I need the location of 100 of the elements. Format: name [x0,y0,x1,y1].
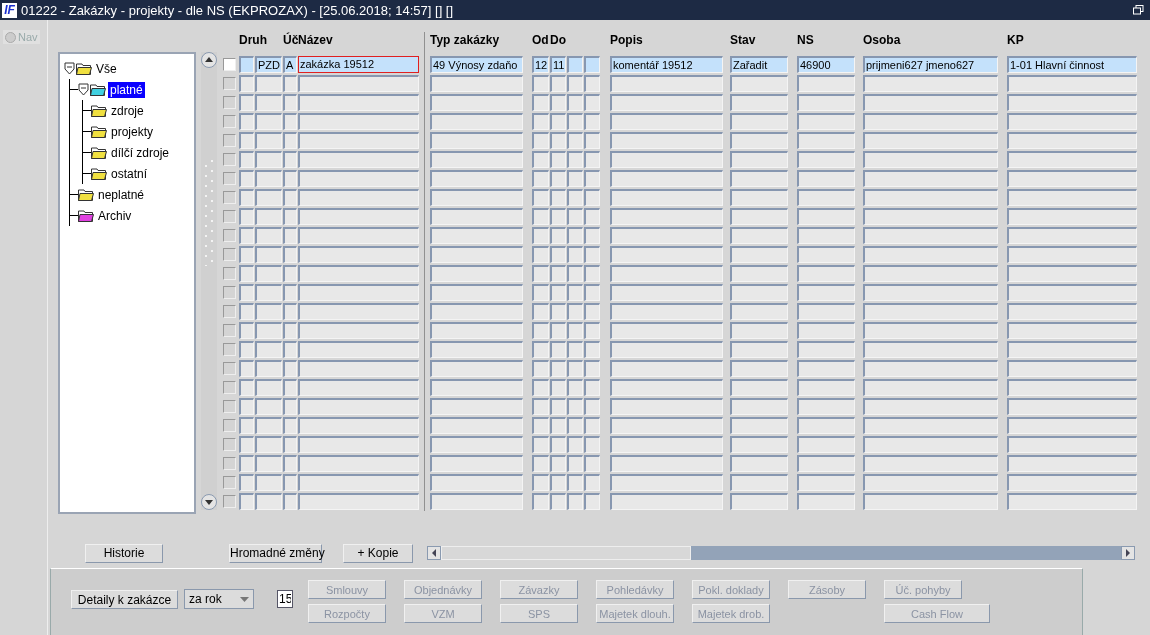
table-cell[interactable] [863,189,998,206]
table-cell[interactable] [584,265,600,282]
value-field[interactable]: 15 [277,590,293,608]
table-cell[interactable] [239,360,254,377]
table-cell[interactable] [239,474,254,491]
table-cell[interactable] [730,474,788,491]
table-cell[interactable] [797,322,855,339]
table-cell[interactable] [730,493,788,510]
scroll-thumb[interactable] [441,546,691,560]
table-cell[interactable] [584,227,600,244]
table-cell[interactable] [863,322,998,339]
table-cell[interactable] [255,360,282,377]
table-cell[interactable] [239,113,254,130]
table-cell[interactable] [255,322,282,339]
table-cell[interactable] [532,398,549,415]
table-cell[interactable] [430,474,523,491]
table-cell[interactable] [797,379,855,396]
table-cell[interactable]: 1-01 Hlavní činnost [1007,56,1137,73]
table-cell[interactable] [550,113,566,130]
table-cell[interactable] [283,436,297,453]
table-cell[interactable] [567,208,583,225]
table-cell[interactable] [430,265,523,282]
table-cell[interactable] [532,75,549,92]
table-cell[interactable] [584,170,600,187]
table-cell[interactable] [584,132,600,149]
table-cell[interactable] [239,208,254,225]
table-cell[interactable] [584,208,600,225]
table-cell[interactable] [532,284,549,301]
table-cell[interactable]: A [283,56,297,73]
table-cell[interactable] [430,398,523,415]
table-cell[interactable] [1007,417,1137,434]
table-cell[interactable] [283,227,297,244]
table-cell[interactable] [584,75,600,92]
table-cell[interactable] [863,360,998,377]
table-cell[interactable] [283,341,297,358]
table-cell[interactable] [610,303,723,320]
table-cell[interactable] [567,322,583,339]
table-cell[interactable] [567,56,583,73]
table-cell[interactable] [1007,303,1137,320]
table-cell[interactable] [550,474,566,491]
table-cell[interactable] [430,417,523,434]
tree-item[interactable]: ostatní [109,165,150,182]
table-cell[interactable] [584,189,600,206]
table-cell[interactable]: prijmeni627 jmeno627 [863,56,998,73]
table-cell[interactable] [283,208,297,225]
table-cell[interactable] [532,208,549,225]
tree-item[interactable]: dílčí zdroje [109,144,172,161]
table-cell[interactable] [730,113,788,130]
table-cell[interactable] [584,474,600,491]
table-cell[interactable] [730,360,788,377]
table-cell[interactable] [567,398,583,415]
table-cell[interactable] [532,303,549,320]
period-dropdown[interactable]: za rok [184,589,254,609]
table-cell[interactable] [863,246,998,263]
table-cell[interactable] [610,227,723,244]
table-cell[interactable] [255,113,282,130]
table-cell[interactable] [863,170,998,187]
table-cell[interactable] [567,94,583,111]
table-cell[interactable] [567,493,583,510]
table-cell[interactable] [550,360,566,377]
table-cell[interactable] [550,455,566,472]
table-cell[interactable] [532,379,549,396]
table-cell[interactable] [730,455,788,472]
table-cell[interactable] [283,75,297,92]
table-cell[interactable] [584,417,600,434]
table-cell[interactable] [1007,493,1137,510]
table-cell[interactable] [430,113,523,130]
scroll-down-icon[interactable] [201,494,217,510]
table-cell[interactable] [567,113,583,130]
details-button[interactable]: Detaily k zakázce [71,590,178,609]
table-cell[interactable] [567,455,583,472]
table-cell[interactable] [430,94,523,111]
table-cell[interactable] [255,474,282,491]
table-cell[interactable] [610,379,723,396]
table-cell[interactable] [239,246,254,263]
table-cell[interactable] [283,246,297,263]
table-cell[interactable] [283,284,297,301]
table-cell[interactable] [532,113,549,130]
table-cell[interactable] [283,322,297,339]
table-cell[interactable] [863,151,998,168]
table-cell[interactable] [550,151,566,168]
table-cell[interactable] [532,227,549,244]
table-cell[interactable] [584,341,600,358]
table-cell[interactable] [610,398,723,415]
table-cell[interactable] [1007,189,1137,206]
table-cell[interactable] [610,284,723,301]
table-cell[interactable] [239,455,254,472]
tree-item[interactable]: projekty [109,123,156,140]
table-cell[interactable] [239,132,254,149]
table-cell[interactable] [255,170,282,187]
table-cell[interactable] [1007,94,1137,111]
tree-item[interactable]: zdroje [109,102,146,119]
table-cell[interactable] [283,113,297,130]
table-cell[interactable] [584,360,600,377]
table-cell[interactable] [730,398,788,415]
table-cell[interactable] [239,379,254,396]
table-cell[interactable]: zakázka 19512 [298,56,419,73]
table-cell[interactable] [1007,436,1137,453]
table-cell[interactable] [283,265,297,282]
table-cell[interactable] [797,455,855,472]
